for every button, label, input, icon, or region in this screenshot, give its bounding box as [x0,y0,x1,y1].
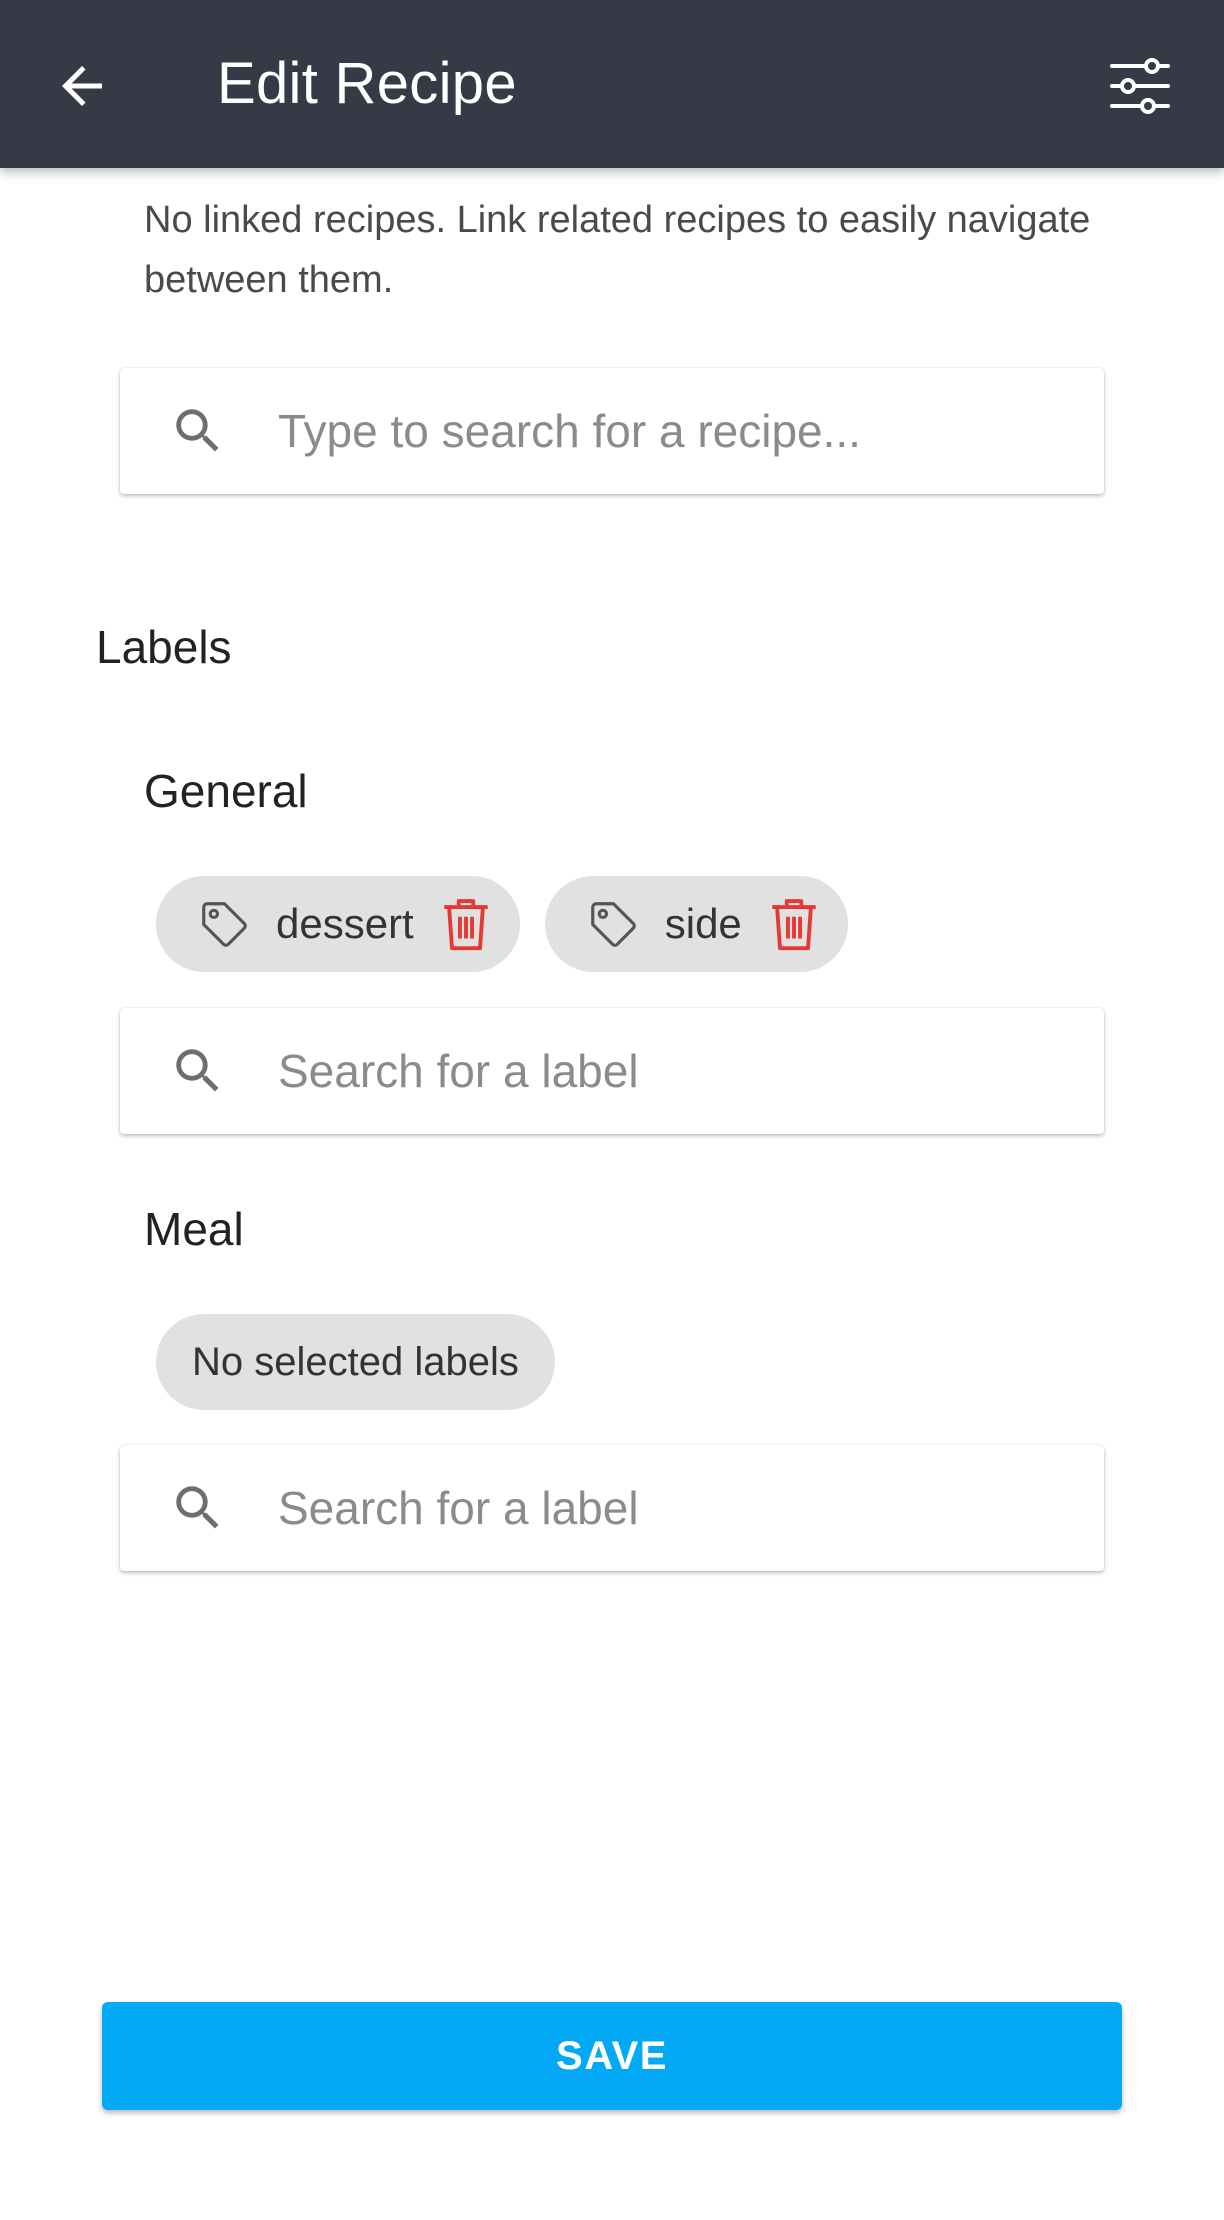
no-linked-recipes-text: No linked recipes. Link related recipes … [144,199,1091,301]
no-labels-chip: No selected labels [156,1314,555,1410]
tag-icon [196,896,252,952]
app-toolbar: Edit Recipe [0,0,1224,168]
label-search-bar-general [120,1008,1104,1134]
recipe-search-bar [120,368,1104,494]
search-icon [168,1478,228,1538]
page-title: Edit Recipe [217,51,517,116]
label-search-input[interactable] [276,1480,1100,1536]
save-button[interactable]: SAVE [102,2002,1122,2110]
label-chip[interactable]: side [544,876,848,972]
label-search-input[interactable] [276,1043,1100,1099]
label-chip-text: side [664,900,742,947]
label-search-bar-meal [120,1445,1104,1571]
no-labels-text: No selected labels [192,1339,519,1384]
trash-icon[interactable] [766,894,822,954]
settings-sliders-button[interactable] [1098,44,1182,128]
meal-label-chips: No selected labels [156,1314,555,1410]
arrow-left-icon [62,66,102,106]
back-button[interactable] [40,44,124,128]
label-group-title-general: General [144,765,308,817]
label-group-title-meal: Meal [144,1203,244,1255]
recipe-search-input[interactable] [276,403,1100,459]
search-icon [168,401,228,461]
label-chip[interactable]: dessert [156,876,520,972]
tag-icon [585,896,641,952]
trash-icon[interactable] [438,894,494,954]
sliders-icon [1110,58,1170,114]
search-icon [168,1041,228,1101]
general-label-chips: dessert side [156,876,848,972]
label-chip-text: dessert [276,900,414,947]
labels-section-title: Labels [96,621,232,673]
